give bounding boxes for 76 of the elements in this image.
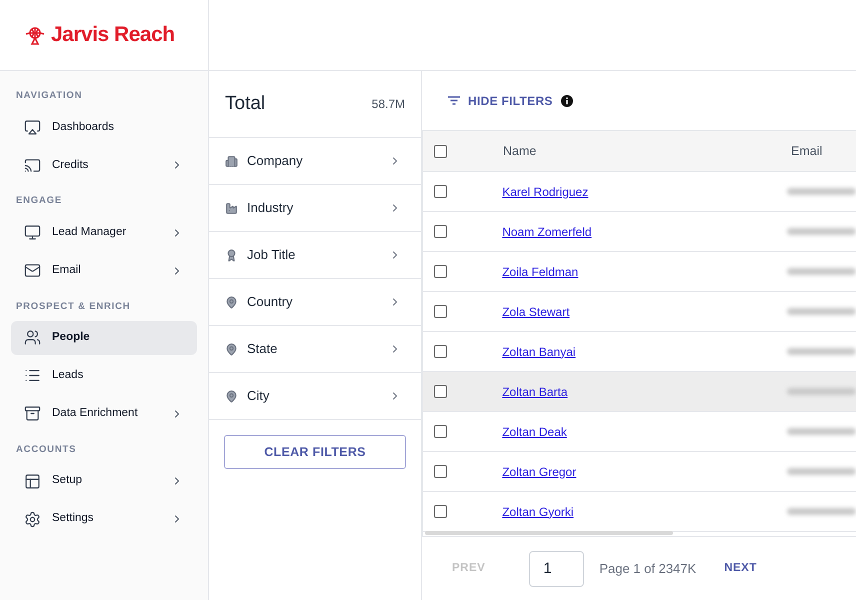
redacted-text — [786, 428, 856, 435]
logo-icon — [24, 24, 46, 46]
checkbox[interactable] — [434, 265, 447, 278]
people-icon — [24, 329, 41, 346]
nav-item[interactable]: Setup — [11, 464, 197, 498]
nav-item[interactable]: Dashboards — [11, 110, 197, 144]
name-link[interactable]: Zoltan Gregor — [502, 462, 787, 480]
monitor-icon — [24, 224, 41, 241]
nav-item[interactable]: Lead Manager — [11, 216, 197, 250]
checkbox[interactable] — [434, 185, 447, 198]
checkbox[interactable] — [434, 225, 447, 238]
info-icon — [560, 94, 573, 106]
checkbox[interactable] — [434, 305, 447, 318]
screen-icon — [24, 118, 41, 136]
checkbox[interactable] — [434, 144, 447, 158]
prev-button: PREV — [452, 560, 486, 578]
column-header: Name — [503, 142, 538, 160]
section-heading: ENGAGE — [15, 194, 63, 208]
nav-item[interactable]: Data Enrichment — [11, 396, 197, 431]
section-heading: NAVIGATION — [15, 89, 84, 103]
filter-item[interactable]: City — [209, 373, 421, 420]
hide-filters-button[interactable]: HIDE FILTERS — [448, 92, 553, 110]
checkbox[interactable] — [434, 505, 447, 518]
name-link[interactable]: Zoila Feldman — [502, 262, 787, 280]
layout-icon — [24, 472, 41, 490]
filter-icon — [448, 96, 460, 105]
total-value: 58.7M — [372, 96, 405, 113]
nav-item[interactable]: Settings — [11, 502, 197, 536]
filter-item[interactable]: Country — [209, 279, 421, 326]
redacted-text — [786, 228, 856, 235]
map-pin-icon — [225, 390, 238, 402]
redacted-text — [786, 308, 856, 315]
filter-item[interactable]: Company — [209, 138, 421, 185]
checkbox[interactable] — [434, 385, 447, 398]
checkbox[interactable] — [434, 345, 447, 358]
next-button[interactable]: NEXT — [724, 560, 757, 578]
name-link[interactable]: Zoltan Banyai — [502, 342, 787, 360]
page-count: Page 1 of 2347K — [599, 560, 696, 578]
redacted-text — [786, 188, 856, 195]
page-input[interactable]: 1 — [529, 550, 584, 586]
redacted-text — [786, 388, 856, 395]
redacted-text — [786, 468, 856, 475]
redacted-text — [786, 508, 856, 515]
filter-item[interactable]: State — [209, 326, 421, 373]
award-icon — [225, 248, 238, 262]
name-link[interactable]: Zoltan Deak — [502, 422, 787, 440]
name-link[interactable]: Zoltan Gyorki — [502, 502, 787, 520]
map-pin-icon — [225, 296, 238, 308]
archive-icon — [24, 405, 41, 422]
nav-item[interactable]: Leads — [11, 358, 197, 393]
redacted-text — [786, 348, 856, 355]
name-link[interactable]: Karel Rodriguez — [502, 182, 787, 200]
mail-icon — [24, 262, 41, 279]
total-label: Total — [225, 92, 266, 116]
filter-item[interactable]: Industry — [209, 185, 421, 232]
building-icon — [225, 154, 238, 168]
section-heading: PROSPECT & ENRICH — [15, 300, 132, 314]
name-link[interactable]: Zola Stewart — [502, 302, 787, 320]
factory-icon — [225, 202, 238, 214]
nav-item[interactable]: Email — [11, 254, 197, 288]
name-link[interactable]: Noam Zomerfeld — [502, 222, 787, 240]
logo-text: Jarvis Reach — [51, 22, 175, 48]
cast-icon — [24, 156, 41, 174]
nav-item[interactable]: Credits — [11, 148, 197, 182]
name-link[interactable]: Zoltan Barta — [502, 382, 787, 400]
section-heading: ACCOUNTS — [15, 442, 78, 457]
checkbox[interactable] — [434, 465, 447, 478]
filter-item[interactable]: Job Title — [209, 232, 421, 279]
map-pin-icon — [225, 342, 238, 356]
column-header: Email — [791, 142, 822, 160]
nav-item[interactable]: People — [11, 320, 197, 355]
redacted-text — [786, 268, 856, 275]
checkbox[interactable] — [434, 425, 447, 438]
table-row[interactable]: Zoltan Barta — [423, 372, 856, 412]
settings-icon — [24, 510, 41, 528]
clear-filters-button[interactable]: CLEAR FILTERS — [224, 435, 406, 469]
